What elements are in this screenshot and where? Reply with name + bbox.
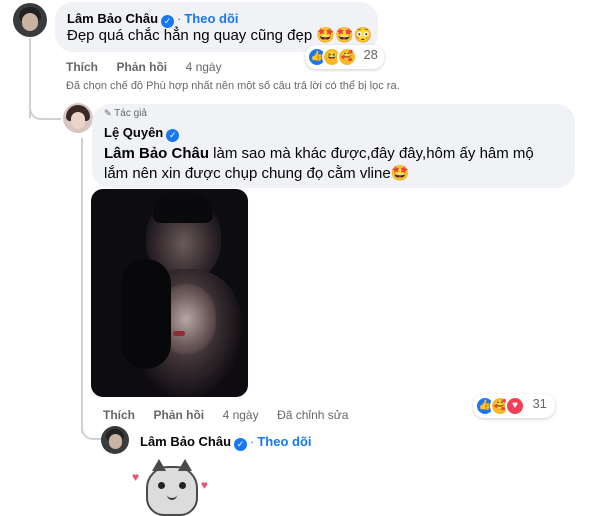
reply-text-line2: lắm nên xin được chụp chung đọ cằm vline… (104, 165, 410, 182)
comment-time[interactable]: 4 ngày (186, 60, 222, 74)
cat-sticker: ♥ ♥ (132, 459, 210, 516)
separator-dot: · (177, 11, 182, 26)
thread-curve (29, 96, 61, 120)
comment-text: Đẹp quá chắc hẳn ng quay cũng đẹp 🤩🤩😳 (67, 27, 373, 44)
author-badge-icon: ✎ (104, 108, 112, 118)
heart-icon: ♥ (200, 478, 208, 492)
attached-photo[interactable] (91, 189, 248, 397)
care-reaction-icon: 🥰 (337, 47, 357, 67)
follow-button[interactable]: Theo dõi (257, 434, 311, 449)
verified-icon: ✓ (234, 438, 248, 451)
reply-text-line1: làm sao mà khác được,đây đây,hôm ấy hâm … (209, 145, 534, 162)
reply-button[interactable]: Phản hồi (116, 60, 167, 74)
comment-author[interactable]: Lâm Bảo Châu (67, 11, 158, 26)
reply-text: Lâm Bảo Châu làm sao mà khác được,đây đâ… (104, 144, 534, 184)
reaction-count: 28 (363, 47, 378, 62)
avatar[interactable] (13, 3, 47, 37)
thread-line (81, 138, 83, 433)
reply-bubble: ✎ Tác giả Lệ Quyên ✓ Lâm Bảo Châu làm sao… (92, 104, 575, 188)
reaction-count: 31 (532, 396, 547, 411)
filter-note: Đã chọn chế độ Phù hợp nhất nên một số c… (66, 80, 400, 92)
reply-author[interactable]: Lâm Bảo Châu (140, 434, 231, 449)
reply-time[interactable]: 4 ngày (223, 408, 259, 422)
like-button[interactable]: Thích (66, 60, 98, 74)
heart-icon: ♥ (132, 470, 140, 484)
author-badge: Tác giả (114, 108, 147, 119)
reply-button[interactable]: Phản hồi (153, 408, 204, 422)
reaction-summary[interactable]: 👍 😆 🥰 28 (305, 45, 384, 69)
avatar[interactable] (101, 426, 129, 454)
love-reaction-icon: ♥ (505, 396, 525, 416)
verified-icon: ✓ (166, 129, 180, 142)
mention-link[interactable]: Lâm Bảo Châu (104, 145, 209, 162)
separator-dot: · (250, 434, 255, 449)
reaction-summary[interactable]: 👍 🥰 ♥ 31 (473, 394, 555, 418)
avatar[interactable] (63, 103, 93, 133)
follow-button[interactable]: Theo dõi (184, 11, 238, 26)
like-button[interactable]: Thích (103, 408, 135, 422)
edited-label: Đã chỉnh sửa (277, 408, 349, 422)
reply-author[interactable]: Lệ Quyên (104, 125, 163, 140)
